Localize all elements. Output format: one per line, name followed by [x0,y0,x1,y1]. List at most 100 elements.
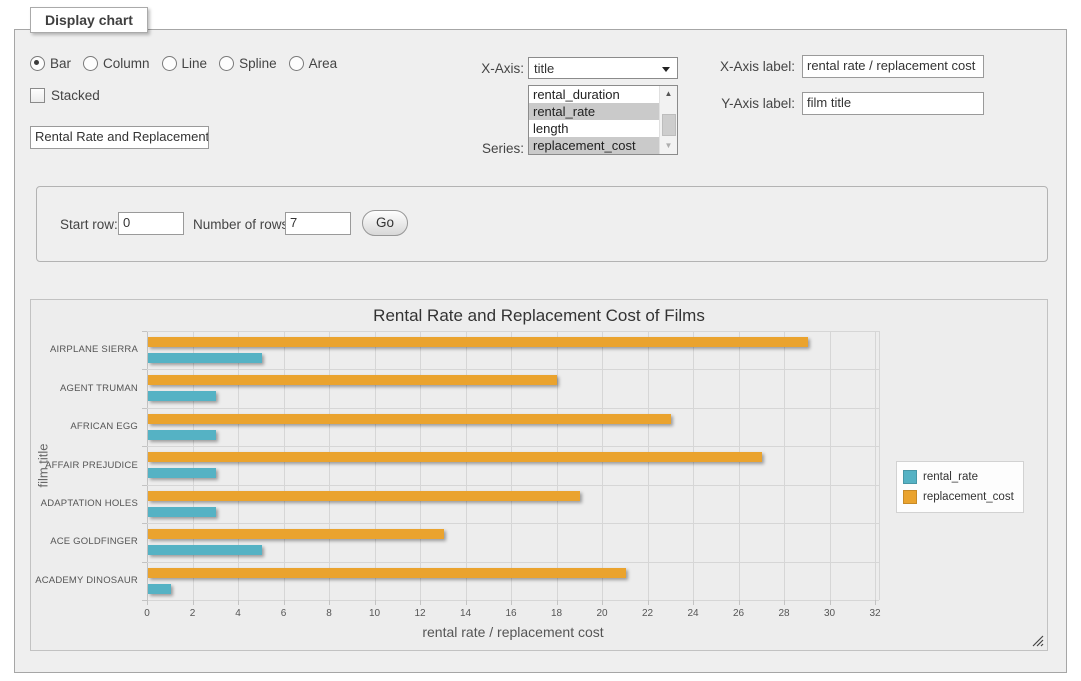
x-axis-select[interactable]: title [528,57,678,79]
bar-rental_rate[interactable] [148,545,262,555]
number-of-rows-input[interactable]: 7 [285,212,351,235]
chart-title-input[interactable]: Rental Rate and Replacement Cost of Film… [30,126,209,149]
bar-rental_rate[interactable] [148,468,216,478]
bar-replacement_cost[interactable] [148,452,762,462]
series-select-label: Series: [482,141,524,156]
legend-label: rental_rate [923,471,978,483]
radio-label: Bar [50,56,71,71]
x-tick-label: 6 [281,608,287,619]
bar-replacement_cost[interactable] [148,375,557,385]
stacked-checkbox[interactable] [30,88,45,103]
radio-icon[interactable] [219,56,234,71]
stacked-label: Stacked [51,88,100,103]
chart-type-radio-spline[interactable]: Spline [219,56,277,71]
series-option-rental_rate[interactable]: rental_rate [529,103,660,120]
radio-icon[interactable] [289,56,304,71]
y-tick [142,408,147,409]
page: Display chart Bar Column Line Spline Area St… [0,0,1081,681]
x-tick-label: 0 [144,608,150,619]
gridline [147,485,879,486]
x-tick-label: 16 [505,608,516,619]
scroll-down-icon[interactable]: ▼ [660,138,677,154]
x-tick-label: 8 [326,608,332,619]
x-tick-label: 28 [778,608,789,619]
series-option-rental_duration[interactable]: rental_duration [529,86,660,103]
x-tick-label: 32 [869,608,880,619]
x-tick [784,600,785,605]
bar-rental_rate[interactable] [148,584,171,594]
y-tick [142,446,147,447]
legend-item-replacement_cost[interactable]: replacement_cost [903,487,1014,507]
gridline [147,600,879,601]
gridline [147,369,879,370]
radio-icon[interactable] [30,56,45,71]
gridline [739,331,740,600]
rows-fieldset [36,186,1048,262]
gridline [511,331,512,600]
x-tick [147,600,148,605]
x-axis-label-label: X-Axis label: [720,59,795,74]
chart-legend: rental_rate replacement_cost [896,461,1024,513]
x-tick [602,600,603,605]
radio-icon[interactable] [162,56,177,71]
series-scrollbar[interactable]: ▲ ▼ [659,86,677,154]
bar-rental_rate[interactable] [148,507,216,517]
start-row-input[interactable]: 0 [118,212,184,235]
gridline [602,331,603,600]
series-option-length[interactable]: length [529,120,660,137]
x-tick-label: 22 [642,608,653,619]
gridline [375,331,376,600]
scrollbar-thumb[interactable] [662,114,676,136]
resize-handle-icon[interactable] [1032,635,1044,647]
bar-replacement_cost[interactable] [148,337,808,347]
x-tick [193,600,194,605]
x-tick-label: 24 [687,608,698,619]
chart-type-radio-area[interactable]: Area [289,56,338,71]
chart-type-radio-line[interactable]: Line [162,56,208,71]
radio-icon[interactable] [83,56,98,71]
series-option-replacement_cost[interactable]: replacement_cost [529,137,660,154]
bar-replacement_cost[interactable] [148,568,626,578]
scroll-up-icon[interactable]: ▲ [660,86,677,102]
go-button[interactable]: Go [362,210,408,236]
bar-rental_rate[interactable] [148,353,262,363]
legend-item-rental_rate[interactable]: rental_rate [903,467,1014,487]
x-tick [284,600,285,605]
gridline [420,331,421,600]
number-of-rows-label: Number of rows: [193,217,292,232]
bar-rental_rate[interactable] [148,391,216,401]
legend-swatch [903,470,917,484]
y-axis-label-input[interactable]: film title [802,92,984,115]
stacked-checkbox-row[interactable]: Stacked [30,88,100,103]
x-tick [511,600,512,605]
chart-type-radio-bar[interactable]: Bar [30,56,71,71]
x-axis-selected-value: title [534,61,554,76]
x-axis-label-input[interactable]: rental rate / replacement cost [802,55,984,78]
gridline [147,446,879,447]
bar-replacement_cost[interactable] [148,529,444,539]
series-multiselect[interactable]: rental_durationrental_ratelengthreplacem… [528,85,678,155]
x-tick-label: 18 [551,608,562,619]
chart-type-radio-column[interactable]: Column [83,56,150,71]
gridline [466,331,467,600]
bar-replacement_cost[interactable] [148,414,671,424]
x-tick-label: 26 [733,608,744,619]
y-tick [142,369,147,370]
chevron-down-icon [662,67,670,72]
x-tick [875,600,876,605]
x-tick-label: 2 [190,608,196,619]
bar-rental_rate[interactable] [148,430,216,440]
gridline [147,331,879,332]
gridline [193,331,194,600]
radio-label: Column [103,56,150,71]
x-tick-label: 4 [235,608,241,619]
legend-swatch [903,490,917,504]
x-tick-label: 30 [824,608,835,619]
gridline [147,408,879,409]
fieldset-title: Display chart [30,7,148,33]
bar-replacement_cost[interactable] [148,491,580,501]
category-label: ADAPTATION HOLES [31,498,138,509]
plot-area [147,331,880,600]
category-label: AFRICAN EGG [31,421,138,432]
x-tick [375,600,376,605]
